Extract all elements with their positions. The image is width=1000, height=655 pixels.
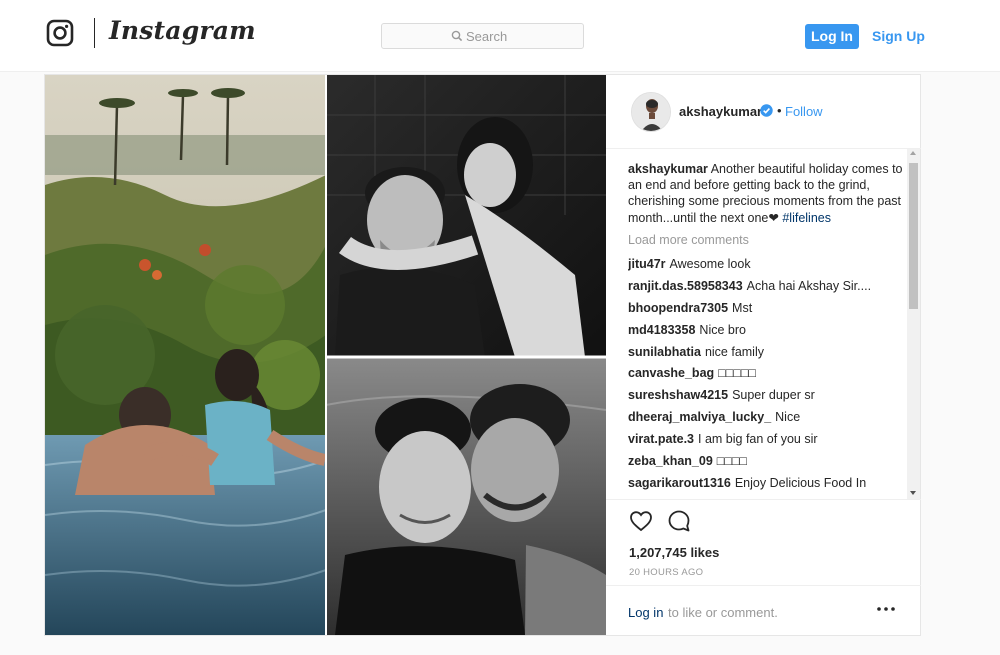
comment-item: sureshshaw4215 Super duper sr (628, 385, 904, 407)
post-card: akshaykumar • Follow akshaykumar Another… (44, 74, 921, 636)
post-header: akshaykumar • Follow (606, 75, 921, 149)
speech-bubble-icon[interactable] (667, 509, 691, 533)
follow-button[interactable]: Follow (785, 104, 823, 119)
comment-username[interactable]: md4183358 (628, 323, 695, 337)
search-input[interactable] (466, 28, 576, 45)
comment-item: bhoopendra7305 Mst (628, 298, 904, 320)
comment-text: Nice bro (699, 322, 746, 337)
comment-text: Nice (775, 410, 801, 425)
top-nav-bar: Instagram Log In Sign Up (0, 0, 1000, 72)
comment-text: Super duper sr (732, 388, 815, 403)
logo-divider (94, 18, 95, 48)
heart-outline-icon[interactable] (629, 509, 653, 533)
comment-text: Mst (732, 300, 753, 315)
comment-username[interactable]: sagarikarout1316 (628, 476, 731, 490)
separator-bullet: • (777, 103, 782, 118)
login-to-comment-link[interactable]: Log in (628, 605, 663, 620)
comment-username[interactable]: virat.pate.3 (628, 432, 694, 446)
login-button[interactable]: Log In (805, 24, 859, 49)
load-more-comments-link[interactable]: Load more comments (628, 232, 904, 248)
comment-username[interactable]: zeba_khan_09 (628, 454, 713, 468)
comment-text: Enjoy Delicious Food In (734, 475, 867, 490)
comment-text: I am big fan of you sir (698, 432, 818, 447)
search-icon (451, 30, 463, 42)
comment-username[interactable]: dheeraj_malviya_lucky_ (628, 410, 771, 424)
comments-scrollbar[interactable] (907, 149, 920, 499)
instagram-glyph-icon[interactable] (46, 19, 74, 47)
comment-item: canvashe_bag □□□□□ (628, 363, 904, 385)
post-caption: akshaykumar Another beautiful holiday co… (628, 161, 904, 226)
comment-item: sunilabhatia nice family (628, 342, 904, 364)
comment-text: □□□□□ (718, 366, 756, 381)
post-photo-collage[interactable] (45, 75, 606, 635)
comment-username[interactable]: canvashe_bag (628, 366, 714, 380)
avatar-image (632, 93, 670, 131)
comment-item: sagarikarout1316 Enjoy Delicious Food In (628, 473, 904, 495)
comment-item: jitu47r Awesome look (628, 254, 904, 276)
ellipsis-icon[interactable] (876, 602, 896, 616)
post-sidebar: akshaykumar • Follow akshaykumar Another… (606, 75, 921, 635)
comment-item: md4183358 Nice bro (628, 320, 904, 342)
instagram-wordmark[interactable]: Instagram (109, 16, 256, 45)
signup-link[interactable]: Sign Up (872, 28, 925, 44)
scrollbar-thumb[interactable] (909, 163, 918, 309)
scroll-up-arrow-icon[interactable] (910, 151, 916, 155)
comments-list[interactable]: akshaykumar Another beautiful holiday co… (628, 161, 904, 501)
comment-username[interactable]: sunilabhatia (628, 345, 701, 359)
caption-heart: ❤ (768, 210, 779, 225)
comment-item: ranjit.das.58958343 Acha hai Akshay Sir..… (628, 276, 904, 298)
search-box[interactable] (381, 23, 584, 49)
comment-item: zeba_khan_09 □□□□ (628, 451, 904, 473)
comment-username[interactable]: jitu47r (628, 257, 666, 271)
comment-text: □□□□ (716, 454, 747, 469)
photo-collage-image (45, 75, 606, 635)
post-actions: 1,207,745 likes 20 HOURS AGO (606, 499, 921, 578)
comment-item: virat.pate.3 I am big fan of you sir (628, 429, 904, 451)
verified-badge-icon (760, 104, 773, 117)
post-timestamp[interactable]: 20 HOURS AGO (629, 567, 703, 578)
comment-text: Acha hai Akshay Sir.... (746, 278, 872, 293)
post-footer: Log in to like or comment. (606, 585, 921, 635)
scroll-down-arrow-icon[interactable] (910, 491, 916, 495)
comment-text: Awesome look (669, 257, 751, 272)
caption-hashtag[interactable]: #lifelines (782, 211, 831, 225)
caption-username[interactable]: akshaykumar (628, 162, 708, 176)
post-author-username[interactable]: akshaykumar (679, 104, 762, 119)
comment-item: dheeraj_malviya_lucky_ Nice (628, 407, 904, 429)
avatar[interactable] (631, 92, 671, 132)
comment-username[interactable]: sureshshaw4215 (628, 388, 728, 402)
comment-username[interactable]: bhoopendra7305 (628, 301, 728, 315)
comment-text: nice family (704, 344, 764, 359)
comment-username[interactable]: ranjit.das.58958343 (628, 279, 743, 293)
login-prompt-text: to like or comment. (668, 605, 778, 620)
likes-count[interactable]: 1,207,745 likes (629, 545, 719, 560)
